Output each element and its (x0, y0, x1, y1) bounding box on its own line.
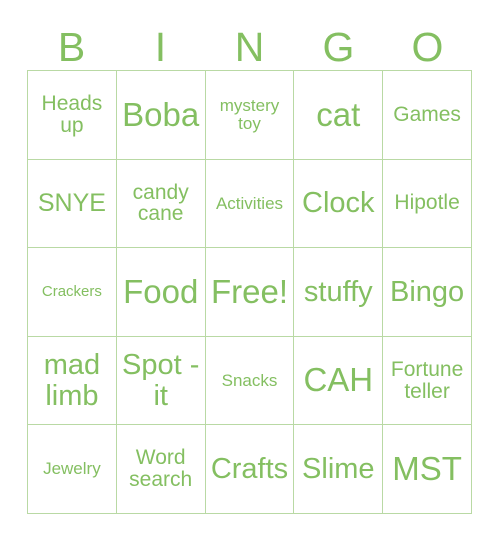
header-letter-g: G (322, 24, 355, 70)
bingo-cell-r2c1[interactable]: SNYE (28, 159, 117, 249)
bingo-cell-label: Snacks (221, 370, 278, 390)
bingo-header: B I N G O (27, 24, 472, 70)
bingo-cell-r4c4[interactable]: CAH (294, 336, 384, 426)
bingo-grid: Heads up Boba mystery toy cat Games SNYE candy… (27, 70, 472, 514)
bingo-cell-label: Food (123, 272, 199, 310)
bingo-cell-r5c5[interactable]: MST (383, 425, 472, 514)
header-letter-i: I (154, 24, 167, 70)
bingo-cell-label: Crackers (41, 283, 102, 301)
bingo-cell-r1c4[interactable]: cat (294, 71, 384, 160)
bingo-cell-label: candy cane (132, 180, 189, 226)
bingo-cell-r3c4[interactable]: stuffy (294, 248, 384, 337)
bingo-cell-label: Jewelry (43, 459, 101, 479)
bingo-cell-r2c4[interactable]: Clock (294, 159, 384, 249)
bingo-cell-label: mad limb (43, 349, 101, 412)
bingo-cell-label: cat (316, 95, 361, 133)
header-letter-b: B (57, 24, 86, 70)
bingo-cell-label: mystery toy (219, 96, 280, 133)
bingo-cell-label: Boba (122, 95, 200, 133)
bingo-cell-label: Crafts (210, 453, 289, 486)
bingo-cell-r1c3[interactable]: mystery toy (205, 71, 295, 160)
bingo-cell-label: Games (393, 102, 461, 126)
bingo-cell-r3c2[interactable]: Food (116, 248, 206, 337)
bingo-cell-r4c5[interactable]: Fortune teller (383, 336, 472, 426)
header-letter-n: N (234, 24, 265, 70)
bingo-cell-r1c1[interactable]: Heads up (28, 71, 117, 160)
bingo-cell-label: Spot -it (122, 349, 200, 412)
bingo-cell-r2c5[interactable]: Hipotle (383, 159, 472, 249)
bingo-cell-label: Hipotle (394, 191, 460, 215)
header-letter-o: O (411, 24, 444, 70)
bingo-cell-r5c1[interactable]: Jewelry (28, 425, 117, 514)
bingo-cell-r4c1[interactable]: mad limb (28, 336, 117, 426)
bingo-cell-label: Slime (302, 453, 375, 486)
bingo-card: B I N G O Heads up Boba mystery toy cat Game… (0, 0, 500, 544)
bingo-cell-r5c3[interactable]: Crafts (205, 425, 295, 514)
bingo-cell-label: Activities (215, 193, 284, 213)
bingo-cell-r3c5[interactable]: Bingo (383, 248, 472, 337)
bingo-cell-label: Heads up (41, 91, 103, 137)
bingo-cell-label: Fortune teller (390, 357, 464, 403)
bingo-cell-label: stuffy (303, 275, 373, 308)
bingo-cell-label: Free! (210, 272, 288, 310)
bingo-cell-label: Clock (302, 187, 375, 220)
bingo-cell-r2c3[interactable]: Activities (205, 159, 295, 249)
bingo-cell-label: CAH (303, 361, 374, 399)
bingo-cell-r3c3[interactable]: Free! (205, 248, 295, 337)
bingo-cell-r1c2[interactable]: Boba (116, 71, 206, 160)
bingo-cell-label: Bingo (390, 275, 465, 308)
bingo-cell-label: Word search (129, 446, 193, 492)
bingo-cell-r2c2[interactable]: candy cane (116, 159, 206, 249)
bingo-cell-label: MST (392, 450, 462, 488)
bingo-cell-r5c4[interactable]: Slime (294, 425, 384, 514)
bingo-cell-r3c1[interactable]: Crackers (28, 248, 117, 337)
bingo-cell-r4c3[interactable]: Snacks (205, 336, 295, 426)
bingo-cell-r5c2[interactable]: Word search (116, 425, 206, 514)
bingo-cell-label: SNYE (37, 189, 106, 218)
bingo-cell-r1c5[interactable]: Games (383, 71, 472, 160)
bingo-cell-r4c2[interactable]: Spot -it (116, 336, 206, 426)
